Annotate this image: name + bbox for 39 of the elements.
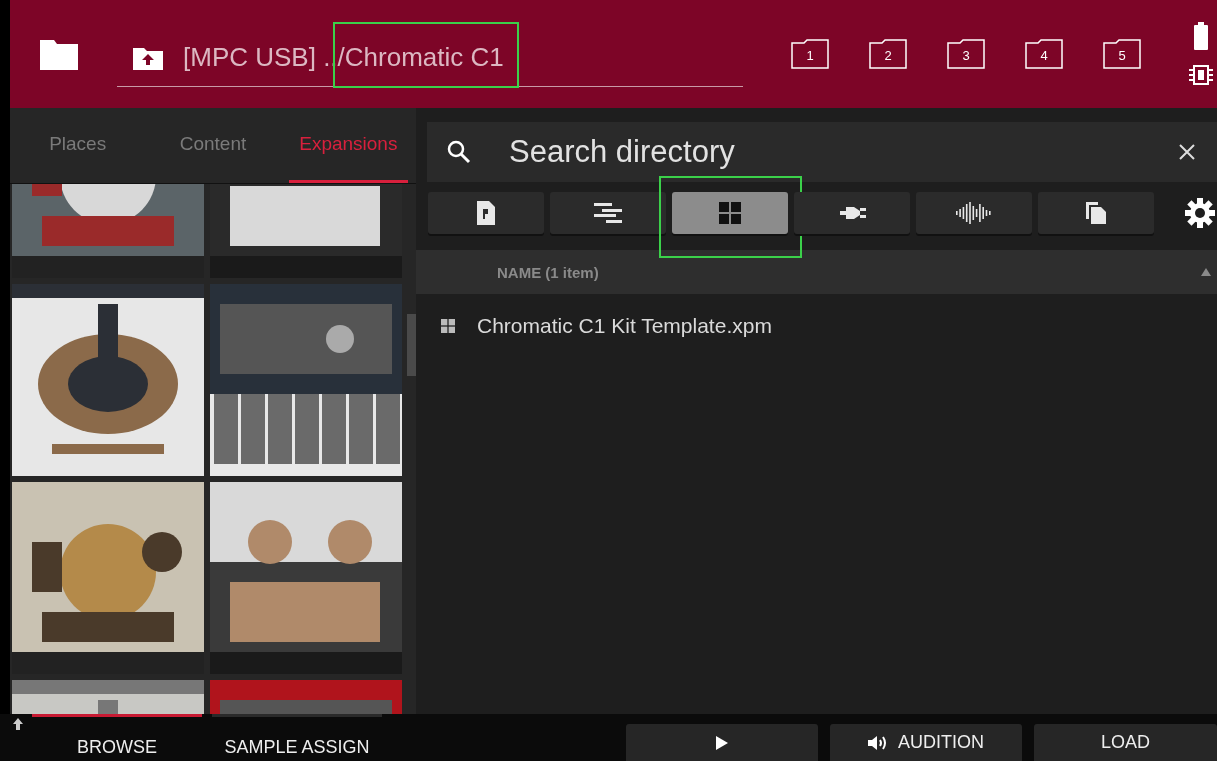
load-button[interactable]: LOAD xyxy=(1034,724,1217,761)
document-icon xyxy=(477,201,495,225)
sort-up-icon xyxy=(1201,268,1211,276)
search-icon xyxy=(447,140,471,164)
column-title: NAME (1 item) xyxy=(497,263,600,281)
play-icon xyxy=(716,735,728,750)
audition-button[interactable]: AUDITION xyxy=(830,724,1022,761)
search-placeholder: Search directory xyxy=(509,134,736,170)
folder-icon[interactable] xyxy=(40,38,78,70)
file-name: Chromatic C1 Kit Template.xpm xyxy=(477,314,772,338)
quick-folder-button[interactable]: 4 xyxy=(1025,39,1063,69)
grid-icon xyxy=(719,202,741,224)
filter-tab[interactable] xyxy=(1038,192,1154,234)
lines-icon xyxy=(594,203,622,223)
grid-icon xyxy=(441,319,455,333)
tab[interactable]: Places xyxy=(18,108,138,183)
settings-icon[interactable] xyxy=(1184,197,1216,229)
close-icon[interactable] xyxy=(1179,144,1195,160)
tab[interactable]: BROWSE xyxy=(32,714,202,761)
search-field[interactable]: Search directory xyxy=(427,122,1217,182)
file-row[interactable]: Chromatic C1 Kit Template.xpm xyxy=(416,294,1217,358)
filter-tab[interactable] xyxy=(916,192,1032,234)
quick-folder-button[interactable]: 1 xyxy=(791,39,829,69)
copy-icon xyxy=(1086,202,1106,224)
column-header[interactable]: NAME (1 item) xyxy=(416,250,1217,294)
tab[interactable]: SAMPLE ASSIGN xyxy=(212,714,382,761)
quick-folder-button[interactable]: 5 xyxy=(1103,39,1141,69)
folder-upload-icon[interactable] xyxy=(133,45,163,70)
chip-icon xyxy=(1189,64,1213,86)
filter-tab[interactable] xyxy=(428,192,544,234)
tab[interactable]: Content xyxy=(153,108,273,183)
filter-tab[interactable] xyxy=(550,192,666,234)
quick-folder-button[interactable]: 3 xyxy=(947,39,985,69)
up-arrow-icon xyxy=(13,718,23,730)
filter-tab[interactable] xyxy=(672,192,788,234)
filter-tab[interactable] xyxy=(794,192,910,234)
waveform-icon xyxy=(956,202,992,224)
battery-icon xyxy=(1193,22,1209,50)
quick-folder-button[interactable]: 2 xyxy=(869,39,907,69)
